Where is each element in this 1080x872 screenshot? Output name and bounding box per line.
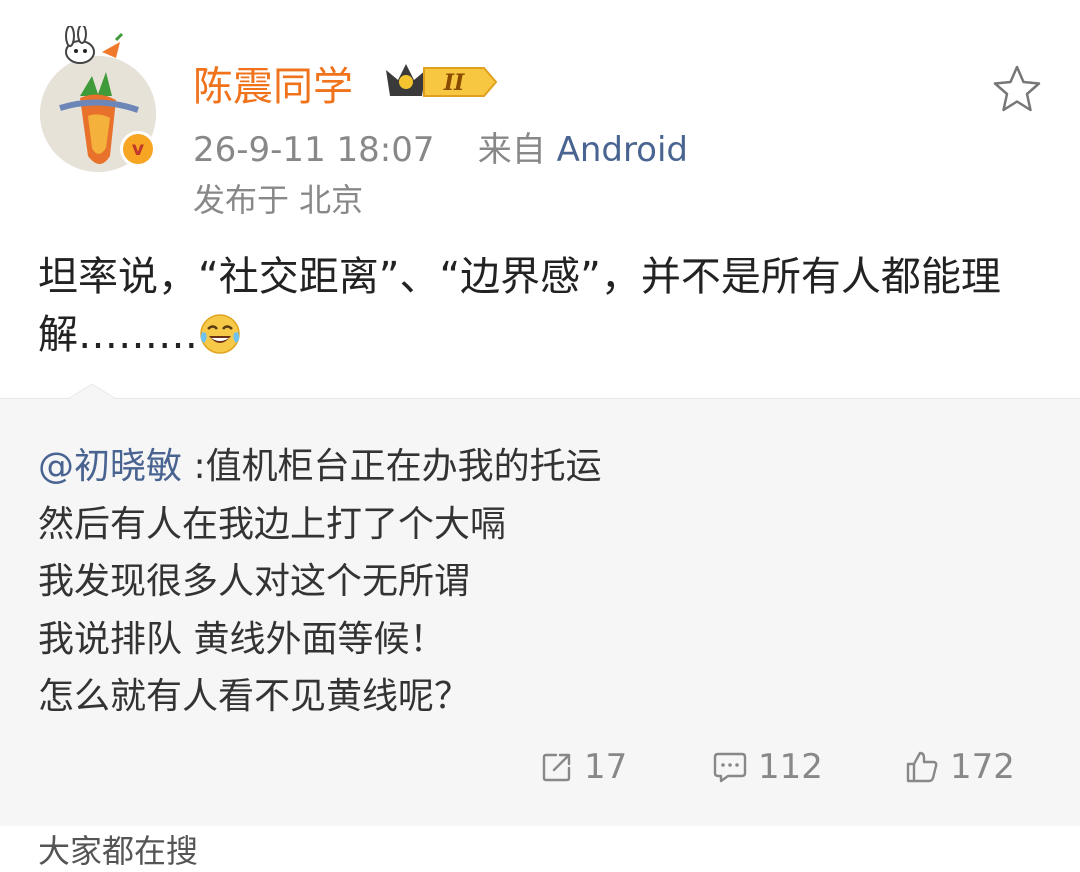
star-icon[interactable]: [990, 62, 1044, 116]
post-location: 发布于 北京: [193, 181, 364, 219]
repost-body: @初晓敏 :值机柜台正在办我的托运 然后有人在我边上打了个大嗝 我发现很多人对这…: [38, 438, 1038, 726]
share-count: 17: [584, 747, 628, 787]
username[interactable]: 陈震同学: [193, 54, 353, 112]
post-meta: 26-9-11 18:07 来自 Android: [193, 122, 688, 171]
post-text: 坦率说，“社交距离”、“边界感”，并不是所有人都能理解………: [38, 254, 1001, 358]
like-button[interactable]: 172: [904, 744, 1015, 790]
bunny-decoration-icon: [65, 26, 124, 64]
badge-level: II: [443, 70, 465, 96]
repost-line-2: 然后有人在我边上打了个大嗝: [38, 503, 507, 545]
mention-link[interactable]: @初晓敏: [38, 446, 182, 487]
like-count: 172: [950, 747, 1015, 787]
source-prefix: 来自: [477, 130, 546, 170]
share-button[interactable]: 17: [540, 744, 627, 790]
repost-line-1: @初晓敏 :值机柜台正在办我的托运: [38, 438, 1038, 496]
next-item-peek: 大家都在搜: [38, 832, 199, 870]
laugh-cry-emoji: [200, 314, 240, 354]
repost-line-5: 怎么就有人看不见黄线呢？: [38, 676, 471, 717]
avatar[interactable]: v: [38, 26, 163, 172]
repost-line-3: 我发现很多人对这个无所谓: [38, 561, 471, 602]
post-body: 坦率说，“社交距离”、“边界感”，并不是所有人都能理解………: [38, 248, 1038, 364]
repost-line-text: :值机柜台正在办我的托运: [193, 446, 602, 487]
source-link[interactable]: Android: [557, 130, 688, 170]
like-icon: [906, 751, 938, 783]
comment-button[interactable]: 112: [712, 744, 823, 790]
repost-caret: [68, 384, 116, 400]
crown-badge-icon[interactable]: II: [384, 60, 500, 100]
repost-line-4: 我说排队 黄线外面等候！: [38, 618, 446, 660]
verified-icon: v: [120, 131, 156, 167]
comment-icon: [713, 752, 747, 783]
post-timestamp: 26-9-11 18:07: [193, 130, 435, 170]
comment-count: 112: [758, 747, 823, 787]
share-icon: [542, 753, 571, 782]
